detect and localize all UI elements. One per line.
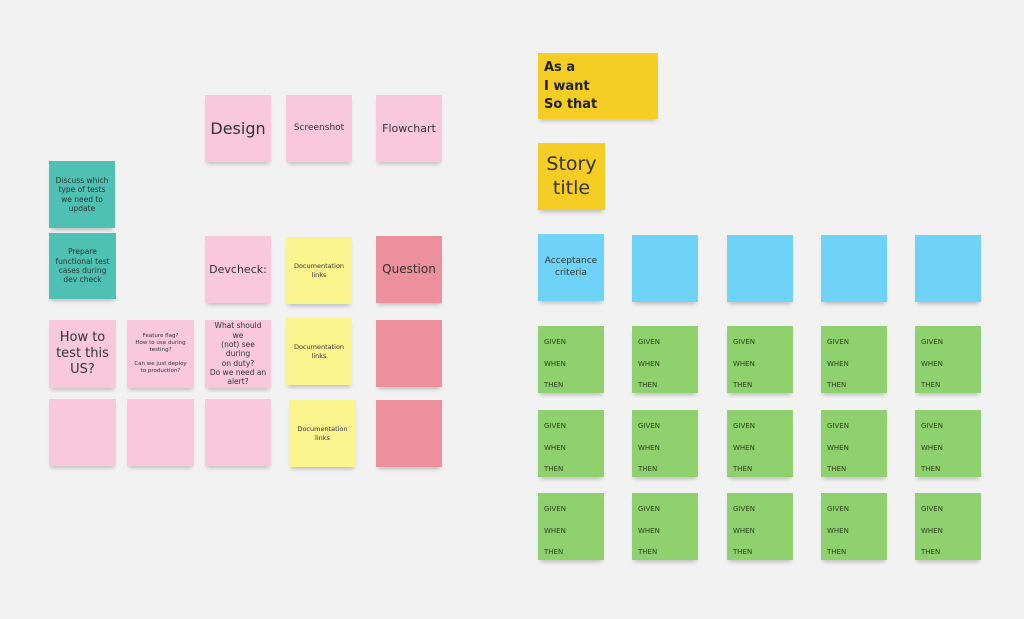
sticky-note-given-when-then[interactable]: GIVEN WHEN THEN [821, 410, 887, 477]
sticky-note-given-when-then[interactable]: GIVEN WHEN THEN [538, 326, 604, 393]
sticky-note-given-when-then[interactable]: GIVEN WHEN THEN [727, 410, 793, 477]
sticky-note-discuss-tests[interactable]: Discuss which type of tests we need to u… [49, 161, 115, 228]
sticky-note-given-when-then[interactable]: GIVEN WHEN THEN [821, 493, 887, 560]
sticky-note-flowchart[interactable]: Flowchart [376, 95, 442, 162]
sticky-note-given-when-then[interactable]: GIVEN WHEN THEN [915, 410, 981, 477]
sticky-note-empty-blue[interactable] [727, 235, 793, 302]
sticky-note-given-when-then[interactable]: GIVEN WHEN THEN [632, 410, 698, 477]
sticky-note-given-when-then[interactable]: GIVEN WHEN THEN [915, 493, 981, 560]
sticky-note-screenshot[interactable]: Screenshot [286, 95, 352, 162]
sticky-note-empty-red[interactable] [376, 320, 442, 387]
sticky-note-given-when-then[interactable]: GIVEN WHEN THEN [538, 493, 604, 560]
sticky-note-user-story[interactable]: As a I want So that [538, 53, 658, 119]
sticky-note-empty-blue[interactable] [632, 235, 698, 302]
sticky-note-how-to-test[interactable]: How to test this US? [49, 320, 116, 388]
sticky-note-given-when-then[interactable]: GIVEN WHEN THEN [821, 326, 887, 393]
sticky-note-empty-blue[interactable] [915, 235, 981, 302]
sticky-note-empty-red[interactable] [376, 400, 442, 467]
sticky-note-design[interactable]: Design [205, 95, 271, 162]
sticky-note-acceptance-criteria[interactable]: Acceptance criteria [538, 234, 604, 301]
sticky-note-given-when-then[interactable]: GIVEN WHEN THEN [915, 326, 981, 393]
sticky-note-given-when-then[interactable]: GIVEN WHEN THEN [632, 493, 698, 560]
sticky-note-question[interactable]: Question [376, 236, 442, 303]
sticky-note-given-when-then[interactable]: GIVEN WHEN THEN [727, 493, 793, 560]
sticky-note-story-title[interactable]: Story title [538, 143, 605, 210]
sticky-note-documentation-links[interactable]: Documentation links [289, 400, 356, 467]
sticky-note-feature-flag[interactable]: Feature flag? How to use during testing?… [127, 320, 194, 388]
sticky-note-empty-pink[interactable] [127, 399, 194, 466]
sticky-note-given-when-then[interactable]: GIVEN WHEN THEN [727, 326, 793, 393]
sticky-note-empty-pink[interactable] [49, 399, 116, 466]
sticky-note-given-when-then[interactable]: GIVEN WHEN THEN [538, 410, 604, 477]
sticky-note-documentation-links[interactable]: Documentation links [286, 237, 352, 304]
sticky-note-on-duty[interactable]: What should we (not) see during on duty?… [205, 320, 271, 388]
sticky-note-documentation-links[interactable]: Documentation links [286, 318, 352, 385]
sticky-note-empty-pink[interactable] [205, 399, 271, 466]
sticky-note-devcheck[interactable]: Devcheck: [205, 236, 271, 303]
sticky-note-prepare-tests[interactable]: Prepare functional test cases during dev… [49, 233, 116, 299]
sticky-note-empty-blue[interactable] [821, 235, 887, 302]
sticky-note-given-when-then[interactable]: GIVEN WHEN THEN [632, 326, 698, 393]
